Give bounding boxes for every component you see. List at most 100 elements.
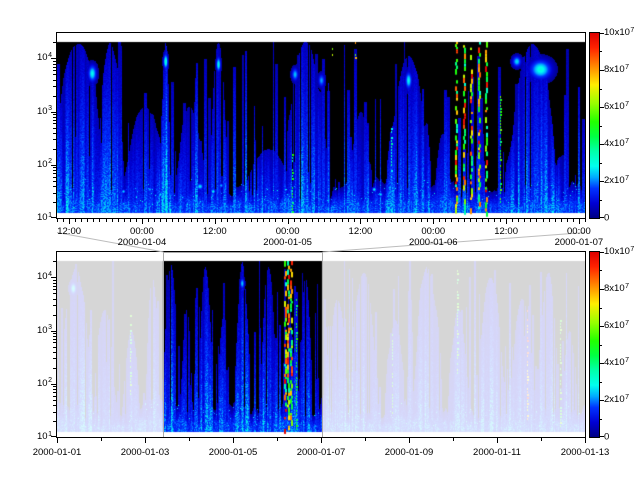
x-minor-tick [573, 219, 574, 222]
colorbar-tick-label: 0 [604, 432, 609, 443]
y-minor-tick [53, 173, 57, 174]
x-major-tick [145, 438, 146, 443]
x-minor-tick [397, 219, 398, 222]
y-minor-tick [53, 139, 57, 140]
x-minor-tick [166, 219, 167, 222]
label-exponent: 1 [48, 212, 52, 219]
x-major-tick [579, 219, 580, 224]
y-minor-tick [53, 167, 57, 168]
label-text: 10 [37, 325, 48, 336]
x-minor-tick [160, 219, 161, 222]
label-exponent: 3 [48, 324, 52, 331]
y-minor-tick [53, 293, 57, 294]
x-minor-tick [549, 219, 550, 222]
label-text: 10 [37, 212, 48, 223]
label-exponent: 7 [625, 357, 629, 364]
x-minor-tick [277, 438, 278, 441]
x-tick-label: 00:002000-01-04 [118, 226, 167, 248]
x-minor-tick [488, 219, 489, 222]
zoom-plot-frame [56, 32, 586, 219]
x-tick-label: 12:00 [349, 226, 373, 237]
x-tick-label: 2000-01-07 [297, 447, 346, 458]
x-minor-tick [93, 219, 94, 222]
x-tick-label: 2000-01-11 [473, 447, 521, 458]
x-tick-label: 2000-01-03 [121, 447, 170, 458]
y-minor-tick [53, 261, 57, 262]
x-minor-tick [336, 219, 337, 222]
x-minor-tick [512, 219, 513, 222]
x-tick-label: 2000-01-05 [209, 447, 258, 458]
y-minor-tick [53, 117, 57, 118]
x-minor-tick [275, 219, 276, 222]
colorbar-minor-tick [600, 163, 602, 164]
x-minor-tick [391, 219, 392, 222]
y-minor-tick [53, 358, 57, 359]
x-minor-tick [99, 219, 100, 222]
x-minor-tick [453, 438, 454, 441]
x-minor-tick [130, 219, 131, 222]
x-minor-tick [172, 219, 173, 222]
y-minor-tick [53, 61, 57, 62]
x-minor-tick [75, 219, 76, 222]
y-minor-tick [53, 333, 57, 334]
x-major-tick [57, 438, 58, 443]
y-tick-label: 101 [24, 212, 52, 224]
x-minor-tick [409, 219, 410, 222]
label-exponent: 3 [48, 105, 52, 112]
colorbar-tick-label: 2x107 [604, 175, 629, 187]
x-minor-tick [561, 219, 562, 222]
label-text: 6x10 [604, 101, 625, 112]
y-minor-tick [53, 412, 57, 413]
y-minor-tick [53, 342, 57, 343]
x-major-tick [215, 219, 216, 224]
colorbar-tick-label: 10x107 [604, 27, 634, 39]
x-minor-tick [365, 438, 366, 441]
label-exponent: 7 [630, 246, 634, 253]
label-text: 2x10 [604, 175, 625, 186]
x-minor-tick [421, 219, 422, 222]
zoom-selection-box[interactable] [163, 252, 323, 437]
x-tick-label: 2000-01-09 [385, 447, 434, 458]
colorbar-minor-tick [600, 382, 602, 383]
x-minor-tick [543, 219, 544, 222]
colorbar-tick-label: 8x107 [604, 64, 629, 76]
colorbar-minor-tick [600, 308, 602, 309]
y-minor-tick [53, 186, 57, 187]
x-minor-tick [524, 219, 525, 222]
x-minor-tick [470, 219, 471, 222]
x-minor-tick [245, 219, 246, 222]
x-major-tick [409, 438, 410, 443]
x-major-tick [69, 219, 70, 224]
label-text: 10x10 [604, 27, 630, 38]
x-tick-label: 00:002000-01-07 [555, 226, 604, 248]
x-minor-tick [81, 219, 82, 222]
x-minor-tick [294, 219, 295, 222]
x-minor-tick [342, 219, 343, 222]
colorbar-tick-label: 8x107 [604, 283, 629, 295]
y-minor-tick [53, 289, 57, 290]
x-minor-tick [203, 219, 204, 222]
colorbar-tick-label: 2x107 [604, 394, 629, 406]
y-minor-tick [53, 120, 57, 121]
x-major-tick [433, 219, 434, 224]
x-tick-time: 00:00 [409, 226, 458, 237]
label-text: 8x10 [604, 283, 625, 294]
zoom-heatmap-canvas[interactable] [57, 33, 585, 218]
y-minor-tick [53, 149, 57, 150]
x-minor-tick [189, 438, 190, 441]
x-minor-tick [324, 219, 325, 222]
label-text: 10x10 [604, 246, 630, 257]
y-minor-tick [53, 352, 57, 353]
x-minor-tick [112, 219, 113, 222]
y-minor-tick [53, 315, 57, 316]
label-exponent: 7 [625, 101, 629, 108]
x-tick-date: 2000-01-06 [409, 237, 458, 248]
x-minor-tick [445, 219, 446, 222]
y-minor-tick [53, 181, 57, 182]
x-minor-tick [500, 219, 501, 222]
x-minor-tick [57, 219, 58, 222]
colorbar-minor-tick [600, 126, 602, 127]
x-tick-time: 12:00 [57, 226, 81, 237]
label-text: 4x10 [604, 357, 625, 368]
zoom-colorbar-frame [589, 32, 600, 219]
